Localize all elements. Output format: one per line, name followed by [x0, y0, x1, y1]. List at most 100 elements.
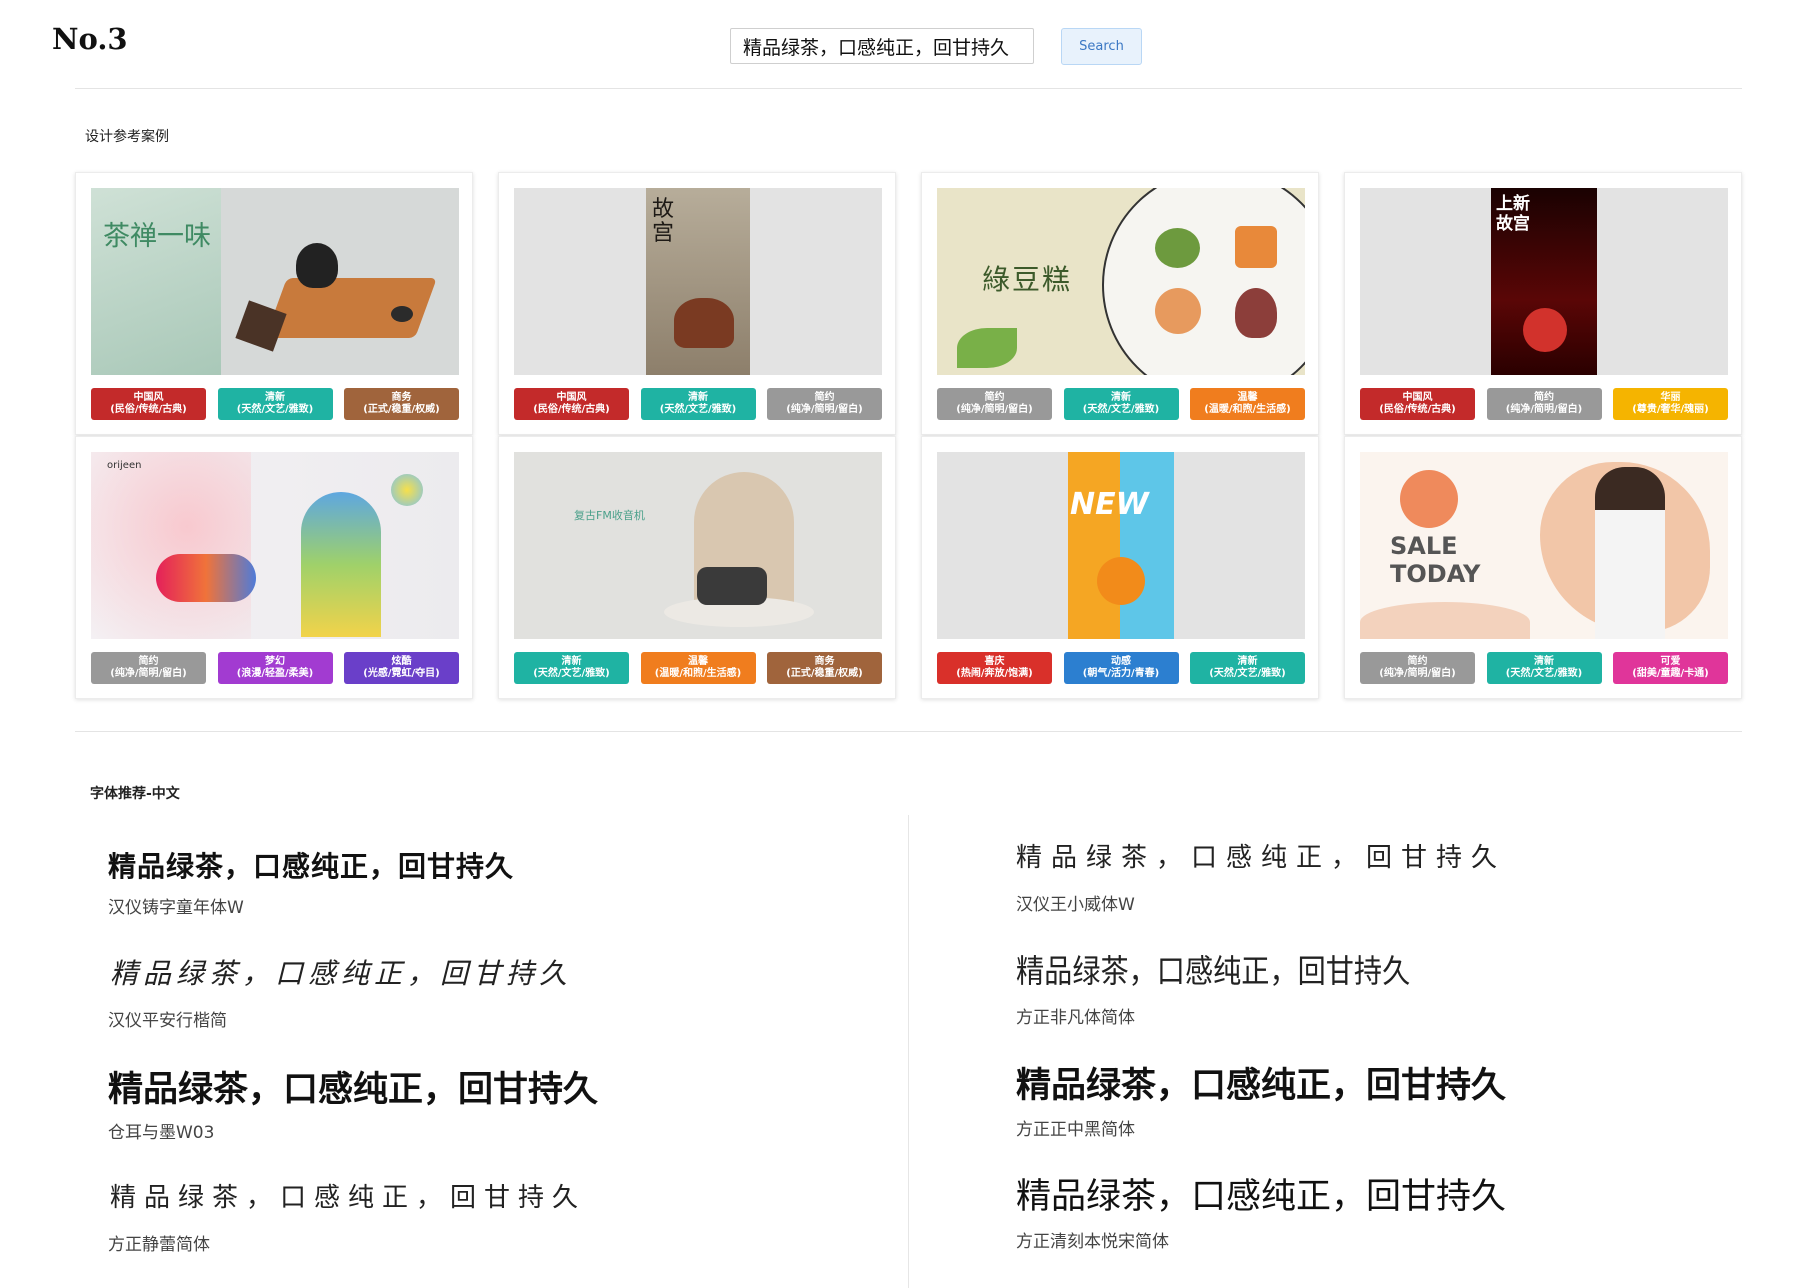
case-card[interactable]: orijeen 简约 (纯净/简明/留白) 梦幻 (浪漫/轻盈/柔美) 炫酷 (光感/… — [75, 436, 473, 699]
thumb-title: orijeen — [107, 460, 142, 471]
tag-fresh[interactable]: 清新 (天然/文艺/雅致) — [514, 652, 629, 684]
arch-cabinet-graphic — [301, 492, 381, 637]
teapot-graphic — [674, 298, 734, 348]
radio-graphic — [697, 567, 767, 605]
cake-flower-graphic — [1155, 288, 1201, 334]
tag-dreamy[interactable]: 梦幻 (浪漫/轻盈/柔美) — [217, 652, 333, 684]
tag-minimal[interactable]: 简约 (纯净/简明/留白) — [767, 388, 882, 420]
font-name: 仓耳与墨W03 — [108, 1123, 215, 1143]
wave-graphic — [1360, 602, 1530, 639]
case-thumbnail[interactable]: 故宫 — [514, 188, 882, 375]
font-name: 汉仪王小威体W — [1016, 895, 1135, 915]
tag-minimal[interactable]: 简约 (纯净/简明/留白) — [1360, 652, 1475, 684]
tag-fresh[interactable]: 清新 (天然/文艺/雅致) — [217, 388, 333, 420]
font-sample: 精品绿茶，口感纯正，回甘持久 — [1016, 843, 1507, 873]
tag-warm[interactable]: 温馨 (温暖/和煦/生活感) — [640, 652, 756, 684]
case-card[interactable]: SALE TODAY 简约 (纯净/简明/留白) 清新 (天然/文艺/雅致) 可爱(… — [1344, 436, 1742, 699]
orange-fruit-graphic — [1097, 557, 1145, 605]
discount-badge — [1400, 470, 1458, 528]
thumb-title: 复古FM收音机 — [574, 509, 645, 522]
tag-business[interactable]: 商务 (正式/稳重/权威) — [767, 652, 882, 684]
thumb-title: 上新故宫 — [1496, 194, 1530, 234]
tag-cute[interactable]: 可爱 (甜美/童趣/卡通) — [1613, 652, 1728, 684]
tag-dynamic[interactable]: 动感 (朝气/活力/青春) — [1063, 652, 1179, 684]
column-divider — [908, 815, 909, 1288]
leaf-graphic — [957, 328, 1017, 368]
poster-blue-panel — [1120, 452, 1174, 639]
plate-graphic — [1102, 188, 1305, 375]
header-divider — [75, 88, 1742, 89]
case-thumbnail[interactable]: 上新故宫 — [1360, 188, 1728, 375]
cabinet-graphic — [156, 554, 256, 602]
tag-warm[interactable]: 温馨 (温暖/和煦/生活感) — [1190, 388, 1305, 420]
cake-orange-graphic — [1235, 226, 1277, 268]
tag-chinese-style[interactable]: 中国风 (民俗/传统/古典) — [1360, 388, 1475, 420]
thumb-panel — [91, 188, 221, 375]
cake-red-graphic — [1235, 288, 1277, 338]
thumb-title: 綠豆糕 — [982, 263, 1073, 296]
font-sample: 精品绿茶，口感纯正，回甘持久 — [1016, 1066, 1507, 1106]
tag-minimal[interactable]: 简约 (纯净/简明/留白) — [91, 652, 206, 684]
tag-row: 简约 (纯净/简明/留白) 梦幻 (浪漫/轻盈/柔美) 炫酷 (光感/霓虹/夺目) — [91, 652, 459, 684]
poster-orange-panel — [1068, 452, 1120, 639]
tag-row: 简约 (纯净/简明/留白) 清新 (天然/文艺/雅致) 温馨 (温暖/和煦/生活感) — [937, 388, 1305, 420]
section-title-design-cases: 设计参考案例 — [85, 129, 169, 145]
font-name: 方正静蕾简体 — [108, 1235, 210, 1255]
tag-fresh[interactable]: 清新 (天然/文艺/雅致) — [1063, 388, 1179, 420]
case-thumbnail[interactable]: 复古FM收音机 — [514, 452, 882, 639]
tag-business[interactable]: 商务 (正式/稳重/权威) — [344, 388, 459, 420]
section-title-fonts: 字体推荐-中文 — [90, 786, 180, 802]
model-figure-graphic — [1595, 467, 1665, 639]
thumb-title: 茶禅一味 — [103, 221, 211, 252]
page-logo: No.3 — [52, 22, 128, 56]
teacup-graphic — [391, 306, 413, 322]
font-sample: 精品绿茶，口感纯正，回甘持久 — [1016, 1177, 1507, 1217]
font-sample: 精品绿茶，口感纯正，回甘持久 — [108, 1070, 599, 1110]
tag-row: 简约 (纯净/简明/留白) 清新 (天然/文艺/雅致) 可爱 (甜美/童趣/卡通) — [1360, 652, 1728, 684]
case-thumbnail[interactable]: SALE TODAY — [1360, 452, 1728, 639]
case-card[interactable]: 复古FM收音机 清新 (天然/文艺/雅致) 温馨 (温暖/和煦/生活感) 商务 (正式… — [498, 436, 896, 699]
tag-luxury[interactable]: 华丽 (尊贵/奢华/瑰丽) — [1613, 388, 1728, 420]
tag-row: 清新 (天然/文艺/雅致) 温馨 (温暖/和煦/生活感) 商务 (正式/稳重/权威) — [514, 652, 882, 684]
tag-cool[interactable]: 炫酷 (光感/霓虹/夺目) — [344, 652, 459, 684]
tag-festive[interactable]: 喜庆 (热闹/奔放/饱满) — [937, 652, 1052, 684]
case-card[interactable]: 故宫 中国风 (民俗/传统/古典) 清新 (天然/文艺/雅致) 简约 (纯净/简明/留… — [498, 172, 896, 435]
tag-row: 中国风 (民俗/传统/古典) 简约 (纯净/简明/留白) 华丽 (尊贵/奢华/瑰丽) — [1360, 388, 1728, 420]
lantern-graphic — [1523, 308, 1567, 352]
tag-chinese-style[interactable]: 中国风 (民俗/传统/古典) — [91, 388, 206, 420]
tag-chinese-style[interactable]: 中国风 (民俗/传统/古典) — [514, 388, 629, 420]
font-name: 方正清刻本悦宋简体 — [1016, 1232, 1169, 1252]
orb-graphic — [391, 474, 423, 506]
tag-fresh[interactable]: 清新 (天然/文艺/雅致) — [1486, 652, 1602, 684]
teapot-graphic — [296, 243, 338, 288]
tag-fresh[interactable]: 清新 (天然/文艺/雅致) — [640, 388, 756, 420]
tag-row: 中国风 (民俗/传统/古典) 清新 (天然/文艺/雅致) 商务 (正式/稳重/权威) — [91, 388, 459, 420]
case-thumbnail[interactable]: 綠豆糕 — [937, 188, 1305, 375]
case-card[interactable]: 上新故宫 中国风 (民俗/传统/古典) 简约 (纯净/简明/留白) 华丽 (尊贵/奢华… — [1344, 172, 1742, 435]
case-thumbnail[interactable]: orijeen — [91, 452, 459, 639]
tag-minimal[interactable]: 简约 (纯净/简明/留白) — [1486, 388, 1602, 420]
font-sample: 精品绿茶，口感纯正，回甘持久 — [1016, 952, 1411, 990]
tag-minimal[interactable]: 简约 (纯净/简明/留白) — [937, 388, 1052, 420]
cake-green-graphic — [1155, 228, 1200, 268]
tag-fresh[interactable]: 清新 (天然/文艺/雅致) — [1190, 652, 1305, 684]
tag-row: 喜庆 (热闹/奔放/饱满) 动感 (朝气/活力/青春) 清新 (天然/文艺/雅致) — [937, 652, 1305, 684]
thumb-title: SALE TODAY — [1390, 532, 1481, 588]
font-name: 方正正中黑简体 — [1016, 1120, 1135, 1140]
font-name: 汉仪铸字童年体W — [108, 898, 244, 918]
tag-row: 中国风 (民俗/传统/古典) 清新 (天然/文艺/雅致) 简约 (纯净/简明/留白) — [514, 388, 882, 420]
font-sample: 精品绿茶，口感纯正，回甘持久 — [108, 850, 515, 883]
search-button[interactable]: Search — [1061, 28, 1142, 65]
search-input[interactable] — [730, 28, 1034, 64]
case-card[interactable]: 綠豆糕 简约 (纯净/简明/留白) 清新 (天然/文艺/雅致) 温馨 (温暖/和煦/生… — [921, 172, 1319, 435]
font-name: 方正非凡体简体 — [1016, 1008, 1135, 1028]
glow-graphic — [91, 452, 251, 639]
thumb-title: 故宫 — [652, 197, 675, 246]
case-card[interactable]: NEW 喜庆 (热闹/奔放/饱满) 动感 (朝气/活力/青春) 清新 (天然/文艺/雅… — [921, 436, 1319, 699]
font-sample: 精品绿茶，口感纯正，回甘持久 — [110, 957, 573, 990]
case-thumbnail[interactable]: 茶禅一味 — [91, 188, 459, 375]
tea-tray-graphic — [265, 278, 437, 338]
section-divider — [75, 731, 1742, 732]
case-card[interactable]: 茶禅一味 中国风 (民俗/传统/古典) 清新 (天然/文艺/雅致) 商务 (正式/稳重… — [75, 172, 473, 435]
case-thumbnail[interactable]: NEW — [937, 452, 1305, 639]
